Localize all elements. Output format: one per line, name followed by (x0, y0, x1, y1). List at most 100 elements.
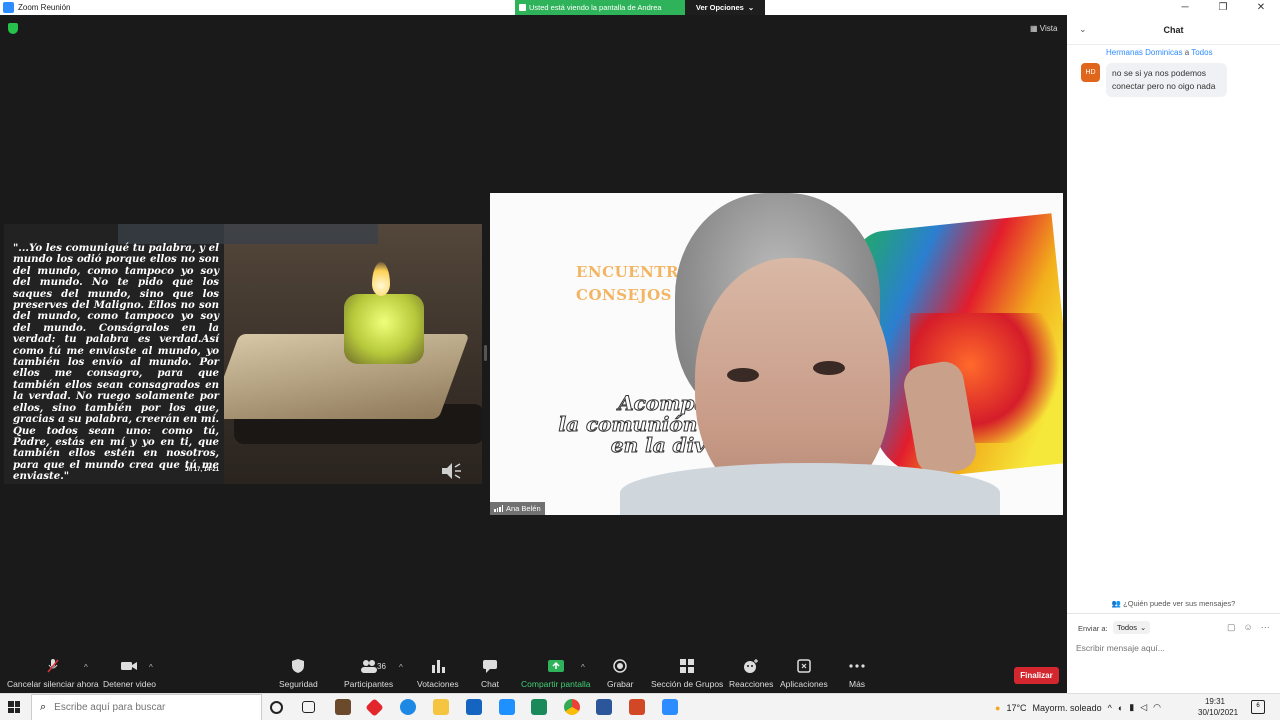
record-button[interactable]: Grabar (607, 659, 633, 689)
screen-share-icon (519, 4, 526, 11)
chat-button[interactable]: Chat (481, 659, 499, 689)
apps-button[interactable]: Aplicaciones (780, 659, 828, 689)
share-options-caret[interactable]: ^ (581, 663, 585, 672)
stop-video-label: Detener video (103, 679, 156, 689)
chevron-up-icon[interactable]: ^ (1108, 703, 1112, 713)
share-banner-text: Usted está viendo la pantalla de Andrea (529, 3, 662, 12)
participant-shirt (620, 463, 1000, 515)
reactions-label: Reacciones (729, 679, 774, 689)
zoom-app-icon (3, 2, 14, 13)
view-options-button[interactable]: Ver Opciones ⌄ (685, 0, 765, 15)
end-meeting-label: Finalizar (1020, 671, 1053, 680)
breakout-rooms-icon (680, 659, 695, 673)
chevron-down-icon: ⌄ (1140, 623, 1147, 632)
sender-name[interactable]: Hermanas Dominicas (1106, 48, 1182, 57)
more-dots-icon (849, 664, 865, 668)
send-to-value: Todos (1117, 623, 1138, 632)
minimize-icon[interactable]: ─ (1166, 0, 1204, 15)
windows-taskbar: ⌕ ● 17°C Mayorm. soleado ^ ◐ ▮ ◁ ◠ 19:31… (0, 693, 1280, 720)
participant-eye-right (813, 361, 845, 375)
notification-icon[interactable]: 6 (1251, 700, 1265, 714)
search-icon: ⌕ (40, 701, 47, 713)
mail-icon[interactable] (466, 699, 482, 715)
sender-to-word: a (1184, 48, 1190, 57)
apps-icon (797, 659, 811, 673)
security-button[interactable]: Seguridad (279, 659, 318, 689)
meeting-toolbar: Cancelar silenciar ahora ^ Detener video… (0, 655, 1067, 693)
microphone-muted-icon (47, 659, 59, 673)
file-icon[interactable]: ▢ (1227, 622, 1236, 633)
stop-video-button[interactable]: Detener video (103, 659, 156, 689)
close-icon[interactable]: ✕ (1242, 0, 1280, 15)
more-dots-icon[interactable]: ⋯ (1261, 622, 1270, 633)
chat-bubble-icon (482, 660, 497, 673)
polls-label: Votaciones (417, 679, 459, 689)
breakout-rooms-button[interactable]: Sección de Grupos (651, 659, 723, 689)
recipient-name[interactable]: Todos (1191, 48, 1212, 57)
view-button[interactable]: ▦ Vista (1030, 24, 1057, 33)
participants-options-caret[interactable]: ^ (399, 663, 403, 672)
participants-count: 36 (377, 662, 386, 671)
temperature: 17°C (1006, 702, 1027, 713)
clock-time: 19:31 (1204, 697, 1226, 706)
view-label: Vista (1039, 24, 1058, 33)
zoom-taskbar-icon[interactable] (662, 699, 678, 715)
taskbar-clock[interactable]: 19:31 30/10/2021 (1198, 696, 1239, 718)
word-icon[interactable] (596, 699, 612, 715)
audio-options-caret[interactable]: ^ (84, 663, 88, 672)
powerpoint-icon[interactable] (629, 699, 645, 715)
microphone-icon[interactable]: ▮ (1129, 702, 1134, 713)
breakout-rooms-label: Sección de Grupos (651, 679, 724, 689)
meeting-area: ▦ Vista "...Yo les comuniqué tu palabra,… (0, 15, 1067, 655)
security-label: Seguridad (279, 679, 318, 689)
volume-icon[interactable]: ◁ (1140, 702, 1147, 713)
participants-icon (360, 660, 377, 673)
verse-reference: Jn 17, 14-21 (185, 467, 220, 473)
taskbar-search[interactable]: ⌕ (31, 694, 262, 720)
briefcase-icon[interactable] (335, 699, 351, 715)
open-book-image (208, 334, 470, 419)
weather-sun-icon: ● (995, 702, 1001, 713)
task-view-icon[interactable] (302, 701, 315, 713)
wifi-icon[interactable]: ◠ (1153, 702, 1161, 713)
participant-name: Ana Belén (506, 504, 541, 513)
shield-icon (292, 659, 305, 673)
clock-date: 30/10/2021 (1198, 708, 1239, 717)
cortana-icon[interactable] (270, 701, 283, 714)
anydesk-icon[interactable] (365, 698, 384, 717)
emoji-icon[interactable]: ☺ (1244, 622, 1253, 633)
more-button[interactable]: Más (849, 659, 865, 689)
chat-label: Chat (481, 679, 499, 689)
windows-start-icon[interactable] (8, 701, 20, 713)
maximize-icon[interactable]: ❐ (1204, 0, 1242, 15)
reactions-button[interactable]: Reacciones (729, 659, 773, 689)
record-label: Grabar (607, 679, 634, 689)
chrome-icon[interactable] (564, 699, 580, 715)
dropbox-icon[interactable] (499, 699, 515, 715)
smiley-plus-icon (744, 659, 759, 673)
send-to-dropdown[interactable]: Todos ⌄ (1113, 621, 1151, 634)
system-tray: ● 17°C Mayorm. soleado ^ ◐ ▮ ◁ ◠ (995, 694, 1161, 720)
who-can-see-link[interactable]: 👥 ¿Quién puede ver sus mensajes? (1067, 599, 1280, 608)
candle-image (344, 294, 424, 364)
end-meeting-button[interactable]: Finalizar (1014, 667, 1059, 684)
edge-icon[interactable] (400, 699, 416, 715)
zoom-window: Zoom Reunión ─ ❐ ✕ Usted está viendo la … (0, 0, 1280, 720)
mute-label: Cancelar silenciar ahora (7, 679, 99, 689)
video-options-caret[interactable]: ^ (149, 663, 153, 672)
share-screen-icon (547, 660, 564, 672)
apps-label: Aplicaciones (780, 679, 828, 689)
chat-message-sender: Hermanas Dominicas a Todos (1106, 48, 1213, 57)
chat-message-input[interactable] (1076, 639, 1271, 657)
shared-screen-tile: "...Yo les comuniqué tu palabra, y el mu… (4, 224, 482, 484)
polls-button[interactable]: Votaciones (417, 659, 459, 689)
split-divider-handle[interactable] (484, 345, 487, 361)
encryption-shield-icon[interactable] (8, 23, 18, 34)
chat-message-text: no se si ya nos podemos conectar pero no… (1106, 63, 1227, 97)
record-icon (613, 659, 627, 673)
sway-icon[interactable] (531, 699, 547, 715)
taskbar-search-input[interactable] (54, 702, 235, 713)
view-options-label: Ver Opciones (695, 3, 744, 12)
network-icon[interactable]: ◐ (1118, 703, 1123, 713)
file-explorer-icon[interactable] (433, 699, 449, 715)
